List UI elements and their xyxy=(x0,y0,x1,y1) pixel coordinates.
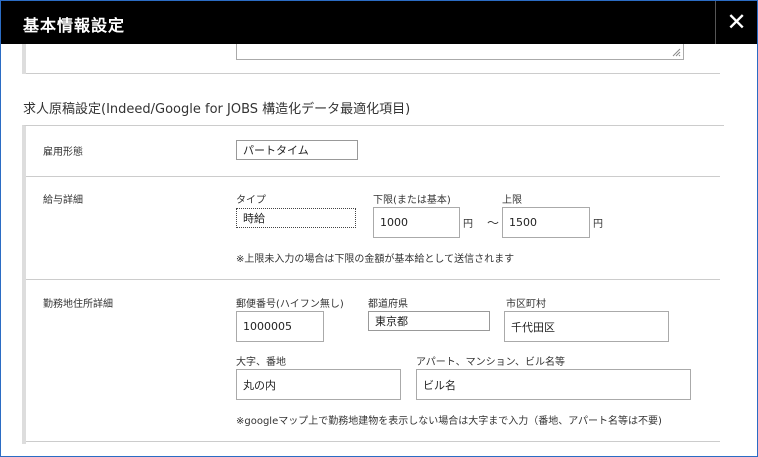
salary-min-value: 1000 xyxy=(380,216,408,229)
address-note: ※googleマップ上で勤務地建物を表示しない場合は大字まで入力（番地、アパート… xyxy=(236,416,662,427)
postal-code-input[interactable]: 1000005 xyxy=(236,311,324,342)
city-input[interactable]: 千代田区 xyxy=(504,311,669,342)
salary-note: ※上限未入力の場合は下限の金額が基本給として送信されます xyxy=(236,254,515,265)
dialog: 求人原稿設定(Indeed/Google for JOBS 構造化データ最適化項… xyxy=(0,0,758,457)
building-caption: アパート、マンション、ビル名等 xyxy=(416,357,565,368)
address-row: 勤務地住所詳細 郵便番号(ハイフン無し) 1000005 都道府県 東京都 市区… xyxy=(26,279,720,442)
salary-max-input[interactable]: 1500 xyxy=(502,207,590,238)
previous-textarea[interactable] xyxy=(236,44,684,60)
street-caption: 大字、番地 xyxy=(236,357,286,368)
salary-range-separator: 〜 xyxy=(487,216,500,230)
salary-type-value: 時給 xyxy=(243,212,265,225)
street-input[interactable]: 丸の内 xyxy=(236,369,401,400)
city-caption: 市区町村 xyxy=(506,299,546,310)
city-value: 千代田区 xyxy=(511,320,555,334)
salary-max-caption: 上限 xyxy=(502,195,522,206)
postal-code-value: 1000005 xyxy=(243,320,292,333)
prefecture-select[interactable]: 東京都 xyxy=(368,311,490,331)
salary-max-unit: 円 xyxy=(593,219,603,230)
close-icon: ✕ xyxy=(726,8,747,36)
scrollbar[interactable] xyxy=(744,44,757,456)
salary-type-select[interactable]: 時給 xyxy=(236,208,356,228)
salary-type-caption: タイプ xyxy=(236,195,266,206)
building-input[interactable]: ビル名 xyxy=(416,369,691,400)
salary-row: 給与詳細 タイプ 時給 下限(または基本) 1000 円 〜 上限 1500 円… xyxy=(26,176,720,280)
postal-caption: 郵便番号(ハイフン無し) xyxy=(236,299,344,310)
prefecture-value: 東京都 xyxy=(375,315,408,328)
previous-section-divider xyxy=(26,73,720,74)
salary-min-unit: 円 xyxy=(463,219,473,230)
building-value: ビル名 xyxy=(423,378,456,392)
street-value: 丸の内 xyxy=(243,378,276,392)
employment-row: 雇用形態 パートタイム xyxy=(26,125,720,177)
salary-max-value: 1500 xyxy=(509,216,537,229)
dialog-titlebar: 基本情報設定 ✕ xyxy=(1,1,757,44)
employment-label: 雇用形態 xyxy=(43,147,83,158)
address-label: 勤務地住所詳細 xyxy=(43,299,113,310)
salary-min-input[interactable]: 1000 xyxy=(373,207,460,238)
salary-label: 給与詳細 xyxy=(43,195,83,206)
salary-min-caption: 下限(または基本) xyxy=(373,195,451,206)
employment-type-value: パートタイム xyxy=(243,144,309,157)
dialog-title: 基本情報設定 xyxy=(23,16,126,35)
employment-type-select[interactable]: パートタイム xyxy=(236,140,358,160)
section-heading: 求人原稿設定(Indeed/Google for JOBS 構造化データ最適化項… xyxy=(23,102,411,117)
close-button[interactable]: ✕ xyxy=(715,1,757,44)
prefecture-caption: 都道府県 xyxy=(368,299,408,310)
resize-grip-icon[interactable] xyxy=(672,48,681,57)
